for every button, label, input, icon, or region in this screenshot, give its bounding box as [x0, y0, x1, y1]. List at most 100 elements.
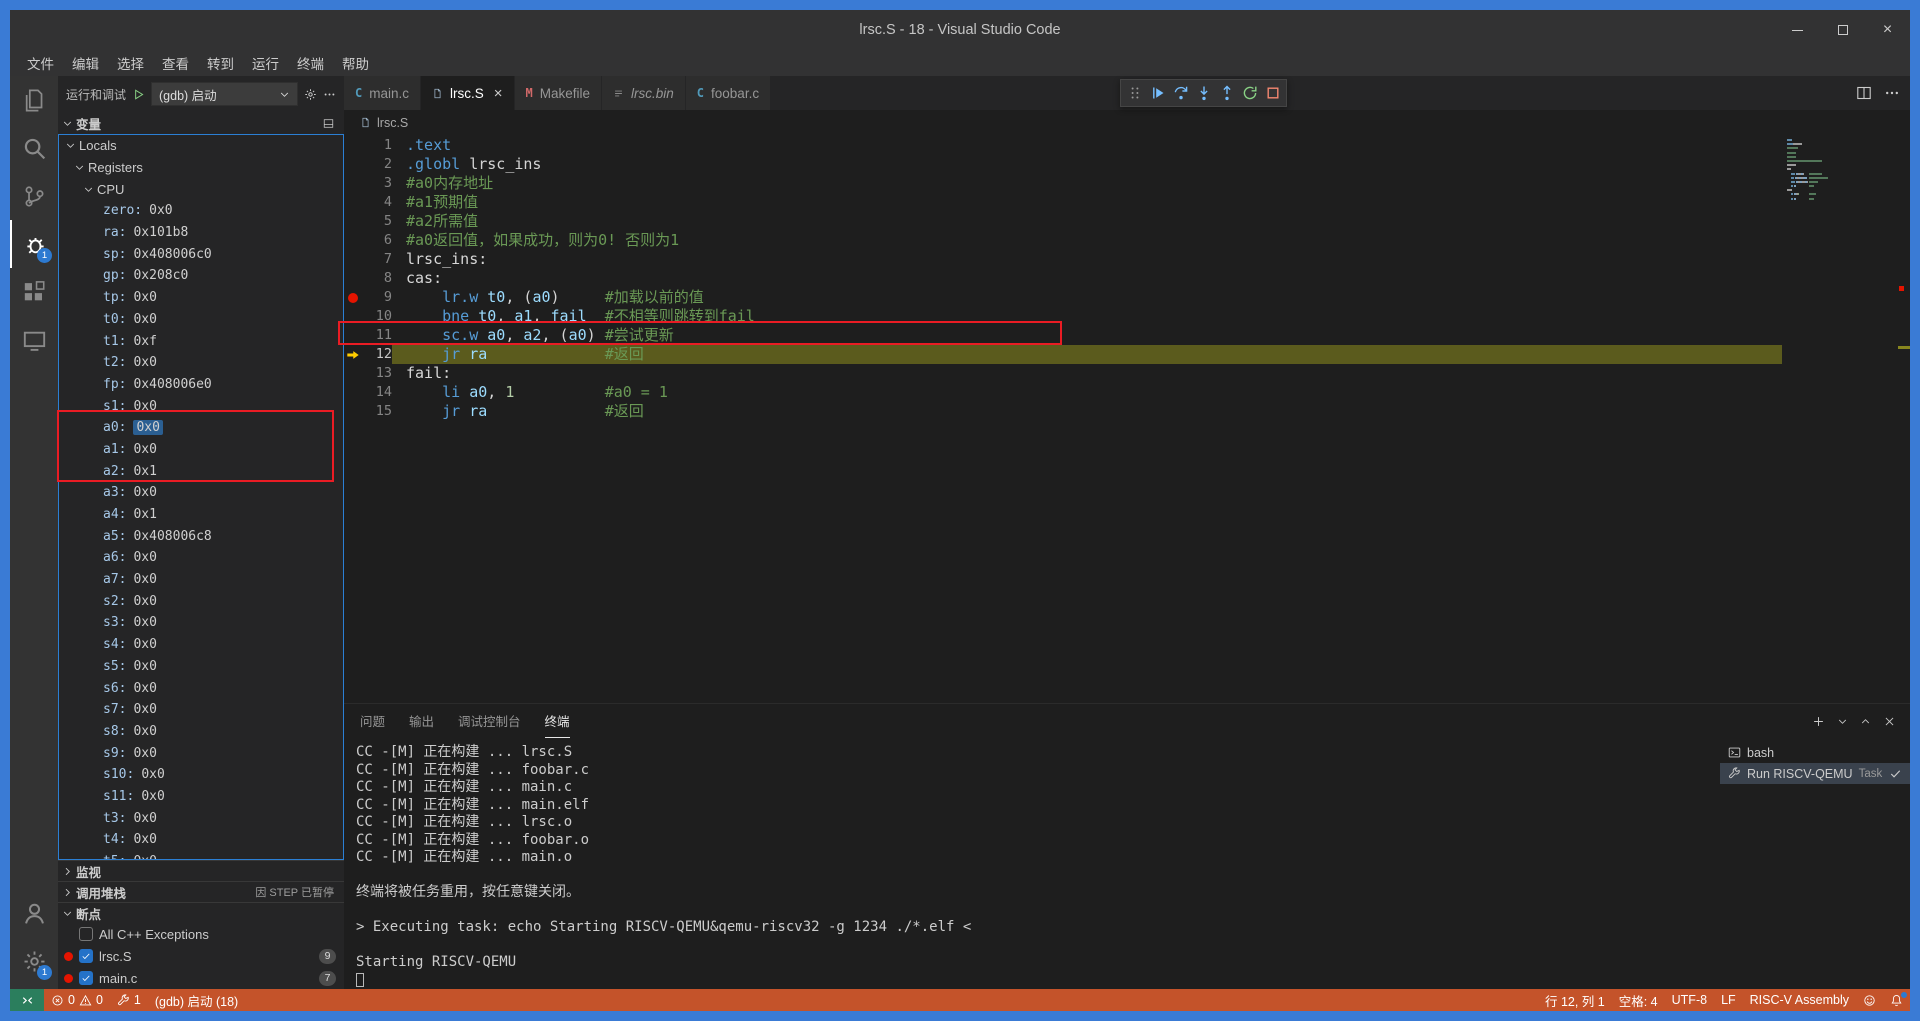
- tab-main.c[interactable]: Cmain.c: [344, 76, 421, 110]
- gutter-5[interactable]: [344, 212, 362, 231]
- language-mode[interactable]: RISC-V Assembly: [1743, 989, 1856, 1011]
- tree-group-CPU[interactable]: CPU: [59, 178, 343, 200]
- register-tp[interactable]: tp: 0x0: [59, 287, 343, 309]
- breakpoint-checkbox[interactable]: [79, 927, 93, 941]
- debug-session-indicator[interactable]: (gdb) 启动 (18): [148, 989, 245, 1011]
- notifications[interactable]: [1883, 989, 1910, 1011]
- feedback[interactable]: [1856, 989, 1883, 1011]
- register-t5[interactable]: t5:0x0: [59, 851, 343, 859]
- panel-tab-终端[interactable]: 终端: [544, 704, 570, 738]
- step-out-button[interactable]: [1215, 81, 1238, 105]
- task-indicator[interactable]: 1: [110, 989, 148, 1011]
- continue-button[interactable]: [1146, 81, 1169, 105]
- register-s6[interactable]: s6: 0x0: [59, 677, 343, 699]
- callstack-section-header[interactable]: 调用堆栈 因 STEP 已暂停: [58, 881, 344, 902]
- code-line-3[interactable]: 3 #a0内存地址: [344, 174, 1910, 193]
- activity-remote-explorer[interactable]: [10, 316, 58, 364]
- code-line-15[interactable]: 15 jr ra #返回: [344, 402, 1910, 421]
- gutter-10[interactable]: [344, 307, 362, 326]
- new-terminal-icon[interactable]: [1812, 715, 1825, 728]
- close-panel-icon[interactable]: [1883, 715, 1896, 728]
- remote-indicator[interactable]: [10, 989, 44, 1011]
- gutter-2[interactable]: [344, 155, 362, 174]
- tab-Makefile[interactable]: M Makefile: [514, 76, 603, 110]
- terminal-output[interactable]: CC -[M] 正在构建 ... lrsc.S CC -[M] 正在构建 ... …: [344, 738, 1720, 989]
- menu-编辑[interactable]: 编辑: [63, 50, 108, 76]
- register-s7[interactable]: s7: 0x0: [59, 699, 343, 721]
- activity-extensions[interactable]: [10, 268, 58, 316]
- indentation[interactable]: 空格: 4: [1612, 989, 1665, 1011]
- activity-search[interactable]: [10, 124, 58, 172]
- register-a6[interactable]: a6: 0x0: [59, 547, 343, 569]
- gutter-14[interactable]: [344, 383, 362, 402]
- problems-indicator[interactable]: 0 0: [44, 989, 110, 1011]
- menu-文件[interactable]: 文件: [18, 50, 63, 76]
- code-line-12[interactable]: 12 jr ra #返回: [344, 345, 1910, 364]
- register-a4[interactable]: a4: 0x1: [59, 504, 343, 526]
- breadcrumb[interactable]: lrsc.S: [344, 110, 1910, 135]
- close-window-button[interactable]: ×: [1865, 10, 1910, 50]
- tab-lrsc.bin[interactable]: lrsc.bin: [602, 76, 686, 110]
- register-s3[interactable]: s3: 0x0: [59, 612, 343, 634]
- gutter-13[interactable]: [344, 364, 362, 383]
- drag-handle[interactable]: [1123, 81, 1146, 105]
- code-line-4[interactable]: 4 #a1预期值: [344, 193, 1910, 212]
- terminal-dropdown-icon[interactable]: [1837, 716, 1848, 727]
- register-a2[interactable]: a2: 0x1: [59, 460, 343, 482]
- register-s10[interactable]: s10: 0x0: [59, 764, 343, 786]
- close-tab-icon[interactable]: ×: [494, 85, 503, 102]
- register-sp[interactable]: sp: 0x408006c0: [59, 243, 343, 265]
- register-s4[interactable]: s4: 0x0: [59, 634, 343, 656]
- code-line-14[interactable]: 14 li a0, 1 #a0 = 1: [344, 383, 1910, 402]
- restart-button[interactable]: [1238, 81, 1261, 105]
- editor-more-actions-icon[interactable]: [1884, 85, 1900, 101]
- register-s5[interactable]: s5: 0x0: [59, 656, 343, 678]
- step-over-button[interactable]: [1169, 81, 1192, 105]
- gutter-12[interactable]: [344, 345, 362, 364]
- debug-config-dropdown[interactable]: (gdb) 启动: [151, 82, 298, 106]
- code-line-7[interactable]: 7 lrsc_ins:: [344, 250, 1910, 269]
- code-editor[interactable]: 1 .text 2 .globl lrsc_ins 3 #a0内存地址 4 #a1预期值 5 #a…: [344, 135, 1910, 703]
- panel-tab-问题[interactable]: 问题: [360, 704, 385, 738]
- debug-settings-icon[interactable]: [304, 88, 317, 101]
- panel-tab-调试控制台[interactable]: 调试控制台: [458, 704, 521, 738]
- gutter-11[interactable]: [344, 326, 362, 345]
- register-s9[interactable]: s9: 0x0: [59, 742, 343, 764]
- menu-终端[interactable]: 终端: [288, 50, 333, 76]
- gutter-15[interactable]: [344, 402, 362, 421]
- gutter-3[interactable]: [344, 174, 362, 193]
- breakpoint-checkbox[interactable]: [79, 949, 93, 963]
- tab-foobar.c[interactable]: Cfoobar.c: [685, 76, 772, 110]
- menu-帮助[interactable]: 帮助: [333, 50, 378, 76]
- cursor-position[interactable]: 行 12, 列 1: [1538, 989, 1612, 1011]
- maximize-panel-icon[interactable]: [1860, 716, 1871, 727]
- register-a1[interactable]: a1: 0x0: [59, 439, 343, 461]
- variables-section-header[interactable]: 变量: [58, 112, 344, 134]
- code-line-11[interactable]: 11 sc.w a0, a2, (a0) #尝试更新: [344, 326, 1910, 345]
- register-s1[interactable]: s1: 0x0: [59, 395, 343, 417]
- register-s8[interactable]: s8: 0x0: [59, 721, 343, 743]
- gutter-8[interactable]: [344, 269, 362, 288]
- tab-lrsc.S[interactable]: lrsc.S ×: [421, 76, 515, 110]
- activity-account[interactable]: [10, 889, 58, 937]
- tree-group-Registers[interactable]: Registers: [59, 157, 343, 179]
- register-a5[interactable]: a5: 0x408006c8: [59, 525, 343, 547]
- code-line-6[interactable]: 6 #a0返回值，如果成功，则为0! 否则为1: [344, 231, 1910, 250]
- register-t2[interactable]: t2: 0x0: [59, 352, 343, 374]
- register-s11[interactable]: s11: 0x0: [59, 786, 343, 808]
- split-editor-icon[interactable]: [1856, 85, 1872, 101]
- register-t3[interactable]: t3: 0x0: [59, 807, 343, 829]
- panel-tab-输出[interactable]: 输出: [409, 704, 434, 738]
- panel-layout-icon[interactable]: [323, 118, 334, 129]
- activity-settings[interactable]: 1: [10, 937, 58, 985]
- breakpoint-item-All C++ Exceptions[interactable]: All C++ Exceptions: [58, 923, 344, 945]
- minimap[interactable]: [1782, 135, 1898, 703]
- register-t4[interactable]: t4: 0x0: [59, 829, 343, 851]
- gutter-6[interactable]: [344, 231, 362, 250]
- register-zero[interactable]: zero: 0x0: [59, 200, 343, 222]
- gutter-9[interactable]: [344, 288, 362, 307]
- step-into-button[interactable]: [1192, 81, 1215, 105]
- code-line-13[interactable]: 13 fail:: [344, 364, 1910, 383]
- watch-section-header[interactable]: 监视: [58, 860, 344, 881]
- register-t0[interactable]: t0: 0x0: [59, 309, 343, 331]
